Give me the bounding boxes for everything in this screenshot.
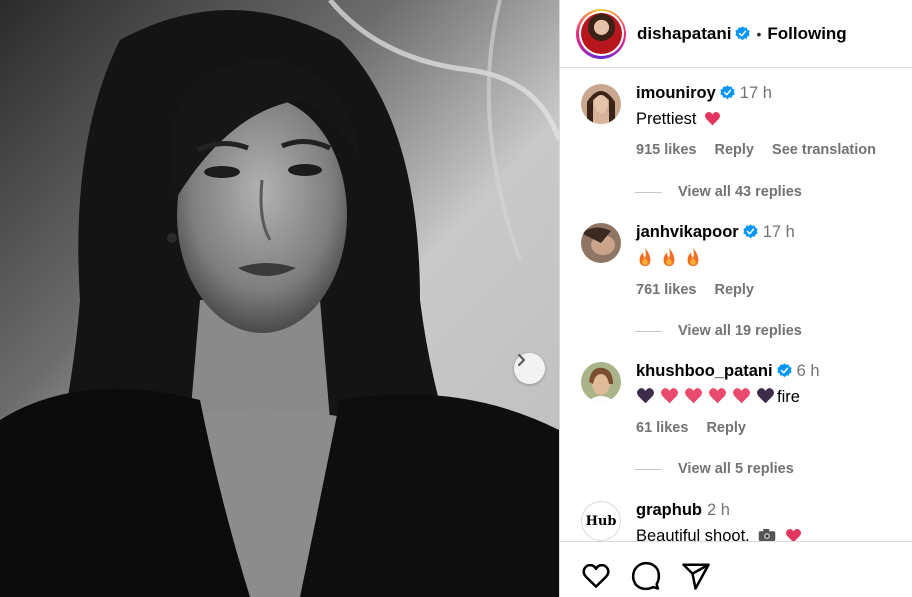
comment-likes[interactable]: 761 likes	[636, 282, 696, 298]
verified-badge-icon	[735, 26, 751, 41]
black-heart-icon	[757, 388, 774, 404]
following-button[interactable]: Following	[767, 24, 846, 44]
view-replies-button[interactable]: View all 43 replies	[635, 184, 802, 200]
commenter-avatar[interactable]	[581, 223, 621, 263]
comment-username[interactable]: graphub	[636, 501, 702, 519]
comment-body: imouniroy 17 h Prettiest 915 likes Reply …	[636, 84, 906, 158]
comment-body: khushboo_patani 6 h fire 61 likes Reply	[636, 362, 906, 436]
heart-icon	[685, 388, 702, 404]
heart-icon	[733, 388, 750, 404]
comment-likes[interactable]: 915 likes	[636, 142, 696, 158]
post-header: dishapatani • Following	[560, 0, 912, 68]
heart-icon	[661, 388, 678, 404]
comment-meta: 61 likes Reply	[636, 420, 906, 436]
comment-time[interactable]: 6 h	[797, 362, 820, 380]
verified-badge-icon	[720, 85, 735, 100]
post-photo	[0, 0, 559, 597]
view-replies-label: View all 43 replies	[678, 184, 802, 200]
fire-icon	[663, 248, 675, 266]
comments-list[interactable]: imouniroy 17 h Prettiest 915 likes Reply …	[560, 69, 912, 541]
camera-icon	[759, 529, 776, 541]
black-heart-icon	[637, 388, 654, 404]
comment-body: janhvikapoor 17 h 761 likes Reply	[636, 223, 906, 298]
post-side-panel: dishapatani • Following imouniroy 17 h P…	[559, 0, 912, 597]
comment-username[interactable]: janhvikapoor	[636, 223, 739, 241]
share-icon[interactable]	[681, 561, 711, 591]
author-username[interactable]: dishapatani	[637, 24, 731, 44]
comment-text	[636, 247, 906, 270]
comment-body: graphub 2 h Beautiful shoot.	[636, 501, 906, 541]
author-avatar[interactable]	[580, 13, 622, 54]
commenter-avatar[interactable]	[581, 362, 621, 402]
comment-likes[interactable]: 61 likes	[636, 420, 688, 436]
heart-emoji-icon	[785, 528, 801, 541]
comment-username[interactable]: imouniroy	[636, 84, 716, 102]
comment-icon[interactable]	[631, 561, 661, 591]
replies-divider	[635, 468, 662, 470]
fire-icon	[687, 248, 699, 266]
reply-button[interactable]: Reply	[715, 282, 755, 298]
heart-emoji-icon	[705, 111, 721, 126]
next-photo-button[interactable]	[514, 353, 545, 384]
comment-time[interactable]: 17 h	[740, 84, 772, 102]
header-separator: •	[756, 25, 762, 42]
photo-illustration	[0, 0, 559, 597]
fire-icon	[639, 248, 651, 266]
comment-meta: 915 likes Reply See translation	[636, 142, 906, 158]
view-replies-label: View all 19 replies	[678, 323, 802, 339]
view-replies-label: View all 5 replies	[678, 461, 794, 477]
heart-icon[interactable]	[581, 561, 611, 591]
reply-button[interactable]: Reply	[715, 142, 755, 158]
view-replies-button[interactable]: View all 19 replies	[635, 323, 802, 339]
commenter-avatar[interactable]	[581, 84, 621, 124]
commenter-avatar[interactable]: Hub	[581, 501, 621, 541]
comment-text-content: Prettiest	[636, 110, 697, 128]
verified-badge-icon	[743, 224, 758, 239]
replies-divider	[635, 330, 662, 332]
comment-text-content: fire	[777, 388, 800, 406]
comment-text: fire	[636, 386, 906, 408]
heart-icon	[709, 388, 726, 404]
graphub-logo-text: Hub	[585, 513, 617, 529]
comment-meta: 761 likes Reply	[636, 282, 906, 298]
verified-badge-icon	[776, 363, 792, 378]
view-replies-button[interactable]: View all 5 replies	[635, 461, 794, 477]
comment-text: Beautiful shoot.	[636, 525, 906, 541]
author-story-ring[interactable]	[576, 8, 626, 59]
replies-divider	[635, 191, 662, 193]
chevron-right-icon	[518, 354, 525, 366]
post-actions-bar	[560, 541, 912, 597]
reply-button[interactable]: Reply	[706, 420, 746, 436]
comment-text-content: Beautiful shoot.	[636, 527, 750, 541]
comment-text: Prettiest	[636, 108, 906, 130]
comment-username[interactable]: khushboo_patani	[636, 362, 773, 380]
comment-time[interactable]: 2 h	[707, 501, 730, 519]
see-translation-button[interactable]: See translation	[772, 142, 876, 158]
comment-time[interactable]: 17 h	[763, 223, 795, 241]
